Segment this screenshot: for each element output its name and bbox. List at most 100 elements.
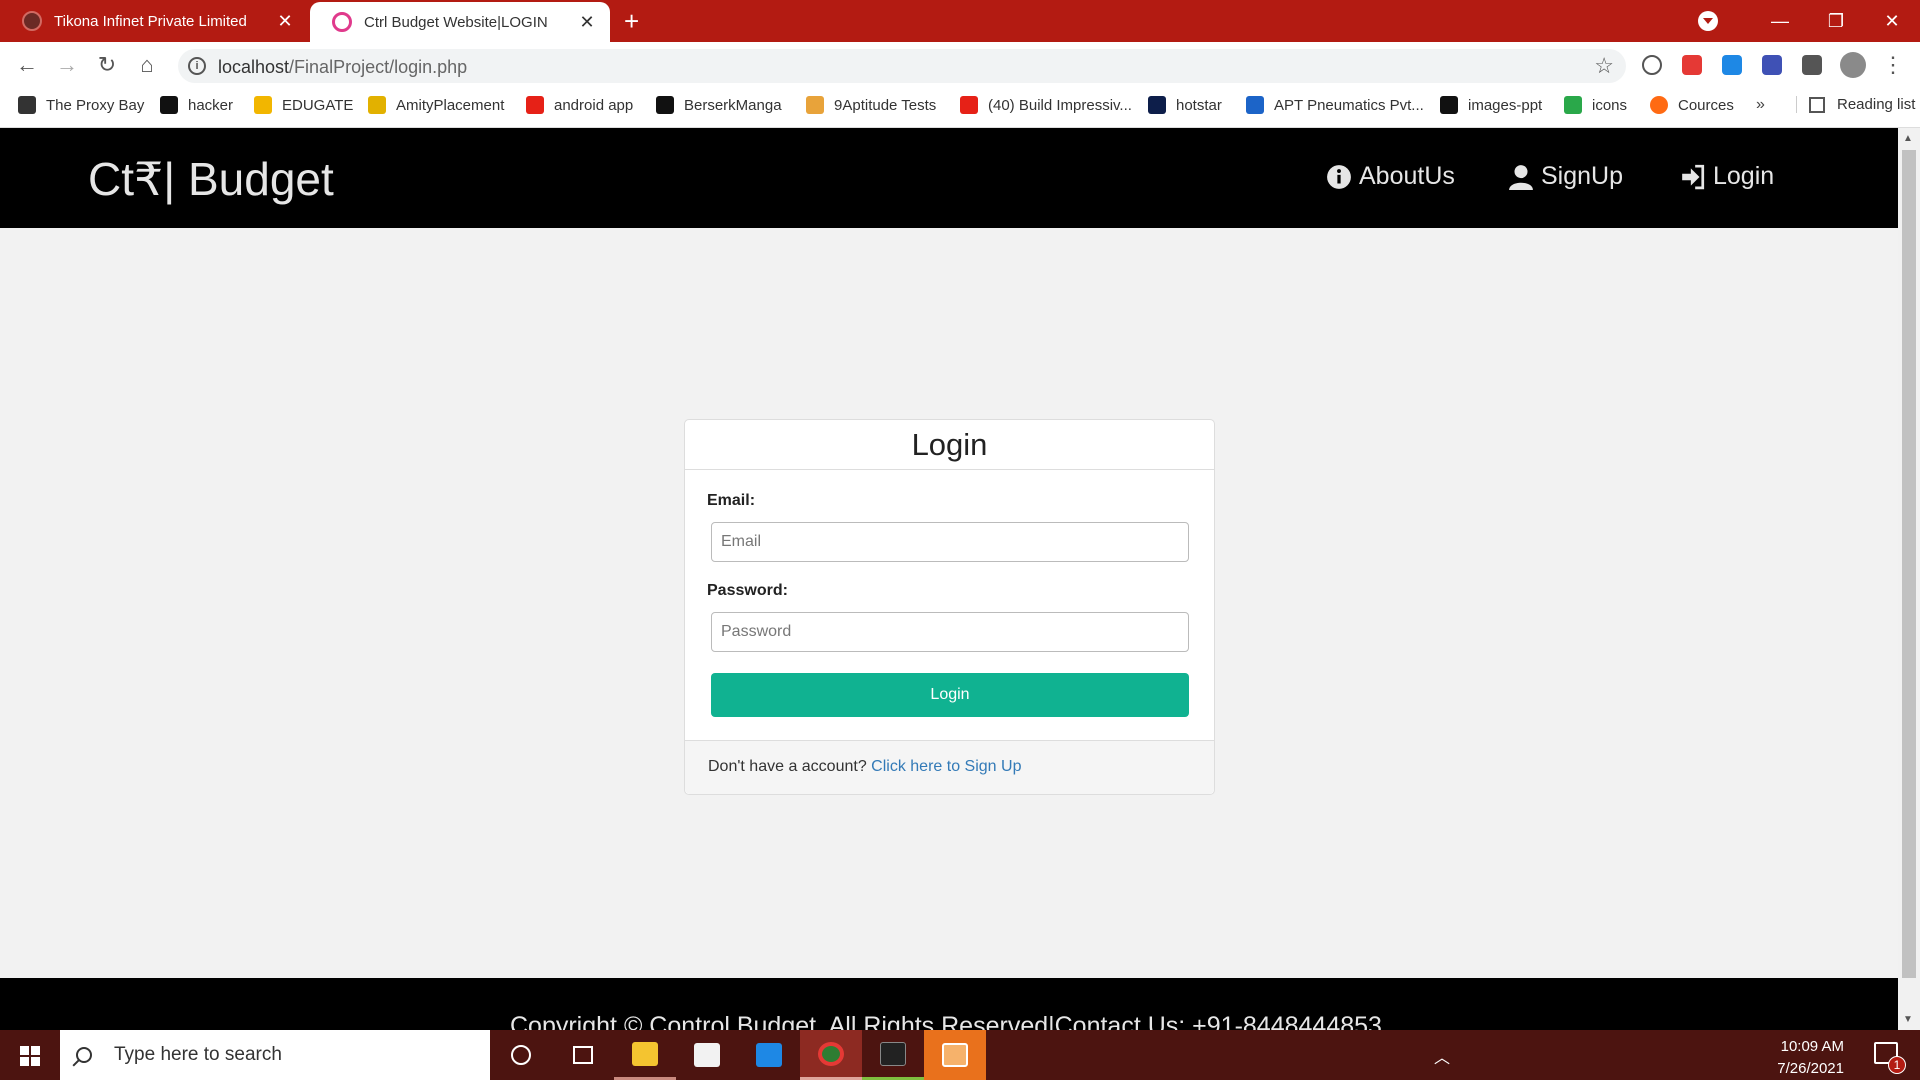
epic-games-icon [880,1041,906,1066]
reload-icon[interactable]: ↻ [94,52,120,78]
browser-menu-icon[interactable]: ⋮ [1880,52,1906,78]
bookmarks-overflow-button[interactable]: » [1756,96,1765,114]
bookmark-item[interactable]: icons [1564,96,1627,114]
browser-toolbar: ← → ↻ ⌂ i localhost/FinalProject/login.p… [0,42,1920,88]
store-button[interactable] [676,1030,738,1080]
signup-prompt: Don't have a account? Click here to Sign… [685,740,1214,794]
bookmark-label: 9Aptitude Tests [834,96,937,114]
nav-sign-up[interactable]: SignUp [1508,162,1623,191]
file-explorer-button[interactable] [614,1030,676,1080]
password-label: Password: [707,582,788,599]
back-arrow-icon[interactable]: ← [14,52,40,78]
clock[interactable]: 10:09 AM 7/26/2021 [1744,1036,1844,1080]
taskbar-search[interactable]: Type here to search [60,1030,490,1080]
tab-title: Ctrl Budget Website|LOGIN [364,13,548,31]
bookmark-star-icon[interactable]: ☆ [1594,53,1614,79]
reading-list-icon [1809,96,1825,113]
login-title: Login [685,420,1214,470]
mail-button[interactable] [738,1030,800,1080]
bookmark-label: icons [1592,96,1628,114]
bookmark-item[interactable]: AmityPlacement [368,96,504,114]
nav-about-us[interactable]: AboutUs [1326,162,1455,191]
page-scrollbar[interactable]: ▲ ▼ [1898,128,1920,1030]
show-hidden-icons-chevron-icon[interactable]: ︿ [1434,1044,1450,1068]
scroll-up-icon[interactable]: ▲ [1903,133,1913,144]
bookmark-label: images-ppt [1468,96,1543,114]
nav-signup-label: SignUp [1541,162,1623,190]
bookmark-item[interactable]: hotstar [1148,96,1222,114]
wamp-favicon-icon [332,12,352,32]
bookmark-item[interactable]: android app [526,96,633,114]
pocket-extension-icon[interactable] [1682,55,1702,75]
notification-count-badge: 1 [1888,1056,1906,1074]
tab-search-icon[interactable] [1698,11,1718,31]
aptitude-icon [806,96,824,114]
scrollbar-thumb[interactable] [1902,150,1916,978]
scroll-down-icon[interactable]: ▼ [1903,1014,1913,1025]
bookmark-item[interactable]: EDUGATE [254,96,353,114]
youtube-icon [960,96,978,114]
hotstar-icon [1148,96,1166,114]
bookmark-label: hotstar [1176,96,1222,114]
bookmark-label: AmityPlacement [396,96,505,114]
bookmark-item[interactable]: images-ppt [1440,96,1542,114]
address-bar[interactable]: i localhost/FinalProject/login.php ☆ [178,49,1626,83]
courses-icon [1650,96,1668,114]
cortana-icon [511,1045,531,1065]
reading-list-button[interactable]: Reading list [1796,96,1915,113]
url-path: /FinalProject/login.php [289,57,468,77]
tab-close-icon[interactable]: ✕ [578,13,596,31]
cube-extension-icon[interactable] [1762,55,1782,75]
task-view-icon [573,1046,593,1064]
login-button[interactable]: Login [711,673,1189,717]
clock-date: 7/26/2021 [1777,1060,1844,1077]
bookmark-label: android app [554,96,634,114]
windows-extension-icon[interactable] [1722,55,1742,75]
cortana-button[interactable] [490,1030,552,1080]
bookmark-item[interactable]: hacker [160,96,233,114]
close-window-icon[interactable]: ✕ [1864,11,1920,32]
bookmark-label: BerserkManga [684,96,782,114]
extensions-puzzle-icon[interactable] [1802,55,1822,75]
bookmark-label: hacker [188,96,234,114]
task-view-button[interactable] [552,1030,614,1080]
youtube-icon [526,96,544,114]
hackerrank-icon [160,96,178,114]
tab-ctrl-budget[interactable]: Ctrl Budget Website|LOGIN ✕ [310,2,610,42]
restore-icon[interactable]: ❐ [1808,11,1864,32]
forward-arrow-icon[interactable]: → [54,52,80,78]
blocker-extension-icon[interactable] [1642,55,1662,75]
unsplash-icon [1440,96,1458,114]
bookmark-item[interactable]: Cources [1650,96,1734,114]
url-host: localhost [218,57,290,77]
proxy-bay-icon [18,96,36,114]
epic-games-button[interactable] [862,1030,924,1080]
nav-login[interactable]: Login [1680,162,1774,191]
signup-link[interactable]: Click here to Sign Up [871,758,1021,775]
python-icon [368,96,386,114]
home-icon[interactable]: ⌂ [134,52,160,78]
bookmark-item[interactable]: APT Pneumatics Pvt... [1246,96,1424,114]
bookmark-item[interactable]: 9Aptitude Tests [806,96,936,114]
tab-close-icon[interactable]: ✕ [276,12,294,30]
email-field[interactable] [711,522,1189,562]
brand-logo[interactable]: Ct₹| Budget [88,152,334,206]
bookmark-item[interactable]: The Proxy Bay [18,96,144,114]
minimize-icon[interactable]: — [1752,11,1808,32]
browser-tab-strip: Tikona Infinet Private Limited ✕ Ctrl Bu… [0,0,1920,42]
bookmark-item[interactable]: BerserkManga [656,96,782,114]
bookmark-label: APT Pneumatics Pvt... [1274,96,1424,114]
chrome-icon [818,1041,844,1066]
chrome-button[interactable] [800,1030,862,1080]
folder-icon [632,1041,658,1066]
search-placeholder: Type here to search [114,1044,282,1065]
bookmark-item[interactable]: (40) Build Impressiv... [960,96,1132,114]
password-field[interactable] [711,612,1189,652]
site-info-icon[interactable]: i [188,57,206,75]
vm-app-button[interactable] [924,1030,986,1080]
start-button[interactable] [0,1030,60,1080]
profile-avatar[interactable] [1840,52,1866,78]
site-navbar: Ct₹| Budget AboutUs SignUp Login [0,128,1898,228]
tab-tikona[interactable]: Tikona Infinet Private Limited ✕ [0,0,308,42]
new-tab-button[interactable]: + [624,7,639,35]
